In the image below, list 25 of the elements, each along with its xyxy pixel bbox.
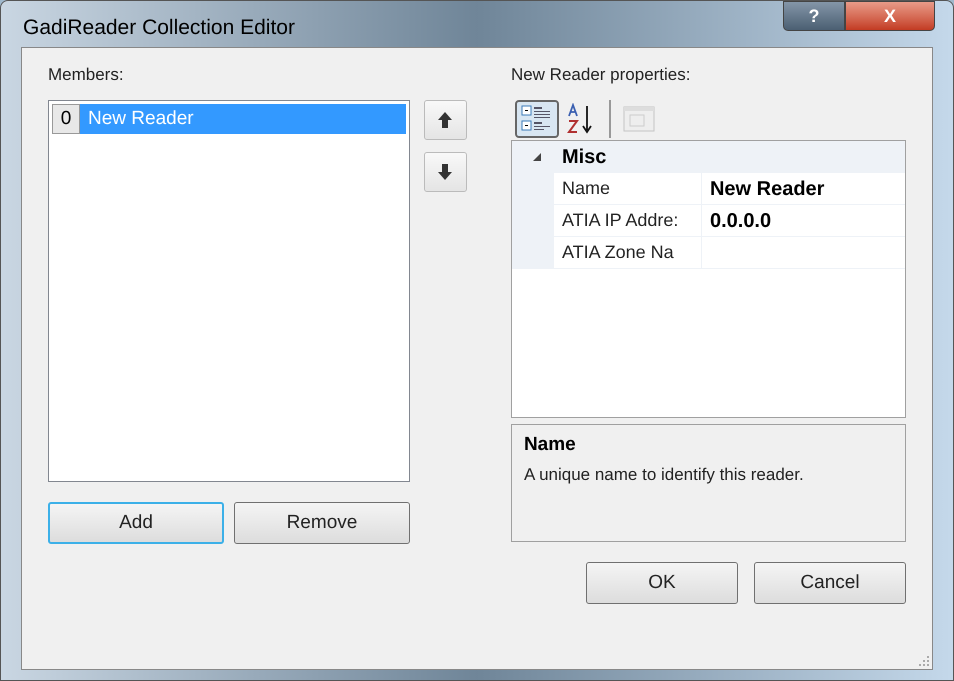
collapse-arrow-icon[interactable] <box>532 152 542 162</box>
help-button[interactable]: ? <box>783 1 845 31</box>
arrow-up-icon <box>437 111 454 129</box>
window-title: GadiReader Collection Editor <box>23 15 295 42</box>
resize-grip-icon <box>918 655 930 667</box>
arrow-down-icon <box>437 163 454 181</box>
remove-button[interactable]: Remove <box>234 502 410 544</box>
property-value: New Reader <box>708 176 826 202</box>
members-label: Members: <box>48 64 125 86</box>
index-cell: 0 <box>52 104 80 134</box>
move-up-button[interactable] <box>424 100 467 140</box>
property-name: ATIA IP Addre: <box>554 205 702 236</box>
description-text: A unique name to identify this reader. <box>524 464 805 486</box>
property-name: ATIA Zone Na <box>554 237 702 268</box>
property-value: 0.0.0.0 <box>708 208 772 234</box>
move-down-button[interactable] <box>424 152 467 192</box>
ok-button[interactable]: OK <box>586 562 738 604</box>
properties-label: New Reader properties: <box>510 64 692 86</box>
add-button[interactable]: Add <box>48 502 224 544</box>
property-pages-icon <box>622 106 655 132</box>
cancel-button[interactable]: Cancel <box>754 562 906 604</box>
property-name: Name <box>554 173 702 204</box>
category-label: Misc <box>562 145 606 170</box>
description-title: Name <box>524 433 577 457</box>
categorized-button[interactable] <box>514 100 559 138</box>
